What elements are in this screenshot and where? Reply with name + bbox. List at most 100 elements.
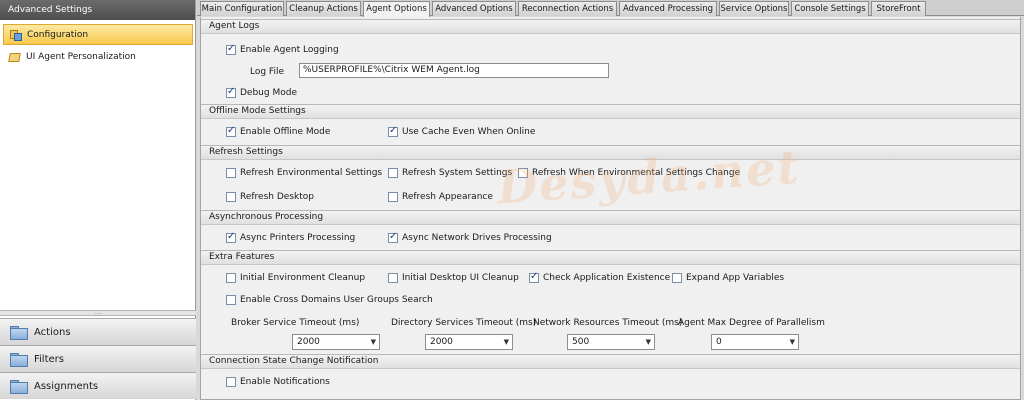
- tab-cleanup-actions[interactable]: Cleanup Actions: [286, 1, 361, 16]
- checkbox-label: Enable Offline Mode: [240, 127, 331, 137]
- use-cache-checkbox[interactable]: Use Cache Even When Online: [388, 125, 535, 137]
- checkbox-label: Initial Desktop UI Cleanup: [402, 273, 519, 283]
- initial-desktop-ui-cleanup-checkbox[interactable]: Initial Desktop UI Cleanup: [388, 273, 519, 283]
- checkbox-box[interactable]: [529, 271, 539, 283]
- checkbox-label: Initial Environment Cleanup: [240, 273, 366, 283]
- tab-storefront[interactable]: StoreFront: [871, 1, 926, 16]
- nav-button-label: Filters: [34, 353, 64, 365]
- checkbox-box[interactable]: [226, 168, 236, 178]
- chevron-down-icon[interactable]: ▼: [371, 335, 376, 349]
- tab-main-configuration[interactable]: Main Configuration: [200, 1, 284, 16]
- checkbox-label: Refresh System Settings: [402, 168, 513, 178]
- tab-agent-options[interactable]: Agent Options: [363, 1, 430, 17]
- checkbox-box[interactable]: [226, 273, 236, 283]
- folder-icon: [10, 326, 28, 340]
- section-refresh-settings: Refresh Settings Refresh Environmental S…: [201, 145, 1020, 209]
- tab-advanced-options[interactable]: Advanced Options: [432, 1, 516, 16]
- tab-service-options[interactable]: Service Options: [719, 1, 789, 16]
- section-title: Refresh Settings: [201, 146, 1020, 160]
- tab-console-settings[interactable]: Console Settings: [791, 1, 869, 16]
- refresh-when-env-change-checkbox[interactable]: Refresh When Environmental Settings Chan…: [518, 168, 740, 178]
- select-value: 500: [572, 337, 590, 347]
- checkbox-box[interactable]: [226, 295, 236, 305]
- section-connection-state: Connection State Change Notification Ena…: [201, 354, 1020, 400]
- refresh-system-settings-checkbox[interactable]: Refresh System Settings: [388, 168, 512, 178]
- nav-button-label: Assignments: [34, 380, 99, 392]
- chevron-down-icon[interactable]: ▼: [646, 335, 651, 349]
- check-application-existence-checkbox[interactable]: Check Application Existence: [529, 271, 671, 283]
- tab-reconnection-actions[interactable]: Reconnection Actions: [518, 1, 617, 16]
- checkbox-box[interactable]: [672, 273, 682, 283]
- checkbox-box[interactable]: [226, 231, 236, 243]
- section-title: Extra Features: [201, 251, 1020, 265]
- initial-environment-cleanup-checkbox[interactable]: Initial Environment Cleanup: [226, 273, 365, 283]
- debug-mode-checkbox[interactable]: Debug Mode: [226, 86, 297, 98]
- tree-item-label: UI Agent Personalization: [26, 51, 136, 62]
- tab-bar: Main Configuration Cleanup Actions Agent…: [197, 0, 1024, 17]
- refresh-appearance-checkbox[interactable]: Refresh Appearance: [388, 192, 493, 202]
- checkbox-box[interactable]: [388, 192, 398, 202]
- checkbox-label: Enable Notifications: [240, 377, 330, 387]
- checkbox-label: Enable Cross Domains User Groups Search: [240, 295, 433, 305]
- section-async-processing: Asynchronous Processing Async Printers P…: [201, 210, 1020, 249]
- network-timeout-select[interactable]: 500 ▼: [567, 334, 655, 350]
- checkbox-box[interactable]: [388, 168, 398, 178]
- checkbox-label: Check Application Existence: [543, 273, 671, 283]
- tab-advanced-processing[interactable]: Advanced Processing: [619, 1, 717, 16]
- parallelism-label: Agent Max Degree of Parallelism: [678, 318, 825, 328]
- tree-item-configuration[interactable]: Configuration: [3, 24, 193, 45]
- async-network-drives-checkbox[interactable]: Async Network Drives Processing: [388, 231, 552, 243]
- enable-offline-mode-checkbox[interactable]: Enable Offline Mode: [226, 125, 331, 137]
- checkbox-box[interactable]: [226, 125, 236, 137]
- nav-button-actions[interactable]: Actions: [0, 318, 196, 345]
- tree-item-ui-agent-personalization[interactable]: UI Agent Personalization: [3, 46, 193, 67]
- directory-timeout-label: Directory Services Timeout (ms): [391, 318, 537, 328]
- refresh-environmental-settings-checkbox[interactable]: Refresh Environmental Settings: [226, 168, 382, 178]
- section-agent-logs: Agent Logs Enable Agent Logging Log File…: [201, 19, 1020, 103]
- async-printers-checkbox[interactable]: Async Printers Processing: [226, 231, 356, 243]
- checkbox-label: Refresh Appearance: [402, 192, 493, 202]
- directory-timeout-select[interactable]: 2000 ▼: [425, 334, 513, 350]
- personalization-icon: [8, 51, 21, 63]
- chevron-down-icon[interactable]: ▼: [504, 335, 509, 349]
- checkbox-box[interactable]: [388, 273, 398, 283]
- network-timeout-label: Network Resources Timeout (ms): [533, 318, 683, 328]
- checkbox-box[interactable]: [388, 125, 398, 137]
- section-title: Offline Mode Settings: [201, 105, 1020, 119]
- enable-agent-logging-checkbox[interactable]: Enable Agent Logging: [226, 43, 339, 55]
- checkbox-label: Async Network Drives Processing: [402, 233, 552, 243]
- agent-options-panel: Agent Logs Enable Agent Logging Log File…: [200, 17, 1021, 400]
- enable-notifications-checkbox[interactable]: Enable Notifications: [226, 377, 330, 387]
- pane-splitter[interactable]: ....: [0, 310, 196, 316]
- refresh-desktop-checkbox[interactable]: Refresh Desktop: [226, 192, 314, 202]
- navigation-pane: Advanced Settings Configuration UI Agent…: [0, 0, 196, 400]
- select-value: 2000: [297, 337, 320, 347]
- folder-icon: [10, 353, 28, 367]
- nav-button-filters[interactable]: Filters: [0, 345, 196, 372]
- parallelism-select[interactable]: 0 ▼: [711, 334, 799, 350]
- settings-pane: Main Configuration Cleanup Actions Agent…: [197, 0, 1024, 400]
- checkbox-label: Refresh When Environmental Settings Chan…: [532, 168, 741, 178]
- checkbox-box[interactable]: [518, 168, 528, 178]
- checkbox-box[interactable]: [226, 43, 236, 55]
- pane-header: Advanced Settings: [0, 0, 195, 20]
- configuration-icon: [10, 29, 22, 41]
- broker-timeout-label: Broker Service Timeout (ms): [231, 318, 360, 328]
- checkbox-box[interactable]: [388, 231, 398, 243]
- expand-app-variables-checkbox[interactable]: Expand App Variables: [672, 273, 784, 283]
- chevron-down-icon[interactable]: ▼: [790, 335, 795, 349]
- select-value: 0: [716, 337, 722, 347]
- checkbox-box[interactable]: [226, 86, 236, 98]
- checkbox-box[interactable]: [226, 377, 236, 387]
- checkbox-box[interactable]: [226, 192, 236, 202]
- broker-timeout-select[interactable]: 2000 ▼: [292, 334, 380, 350]
- cross-domains-search-checkbox[interactable]: Enable Cross Domains User Groups Search: [226, 295, 433, 305]
- section-offline-mode: Offline Mode Settings Enable Offline Mod…: [201, 104, 1020, 144]
- checkbox-label: Enable Agent Logging: [240, 45, 339, 55]
- nav-button-assignments[interactable]: Assignments: [0, 372, 196, 399]
- log-file-input[interactable]: %USERPROFILE%\Citrix WEM Agent.log: [299, 63, 609, 78]
- folder-icon: [10, 380, 28, 394]
- checkbox-label: Async Printers Processing: [240, 233, 356, 243]
- tree-item-label: Configuration: [27, 29, 89, 40]
- checkbox-label: Refresh Desktop: [240, 192, 314, 202]
